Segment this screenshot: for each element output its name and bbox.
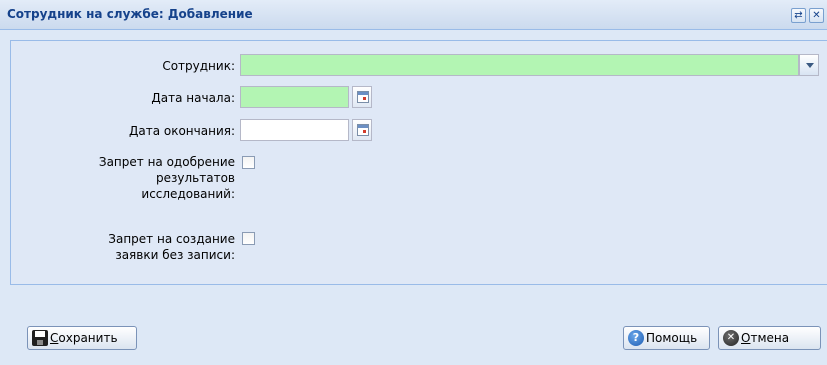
end-date-label: Дата окончания: <box>128 124 235 138</box>
start-date-picker-button[interactable] <box>352 86 372 108</box>
cancel-icon: ✕ <box>723 330 739 346</box>
help-icon: ? <box>628 330 644 346</box>
ban-approve-label-line-1: Запрет на одобрение <box>98 155 235 169</box>
end-date-input[interactable] <box>240 119 349 141</box>
start-date-input[interactable] <box>240 86 349 108</box>
ban-create-label-line-1: Запрет на создание <box>108 232 235 246</box>
ban-approve-label-line-2: результатов <box>156 171 235 185</box>
dialog-titlebar: Сотрудник на службе: Добавление ⇄ ✕ <box>0 0 827 30</box>
dialog-title: Сотрудник на службе: Добавление <box>7 7 253 21</box>
save-button[interactable]: Сохранить <box>27 326 137 350</box>
ban-create-checkbox[interactable] <box>242 232 255 245</box>
help-button[interactable]: ? Помощь <box>623 326 710 350</box>
refresh-icon[interactable]: ⇄ <box>791 8 806 23</box>
calendar-icon <box>357 91 369 103</box>
ban-approve-checkbox[interactable] <box>242 156 255 169</box>
start-date-label: Дата начала: <box>151 91 235 105</box>
calendar-icon <box>357 124 369 136</box>
cancel-button[interactable]: ✕ Отмена <box>718 326 821 350</box>
employee-combo-input[interactable] <box>240 54 799 76</box>
chevron-down-icon[interactable] <box>799 54 819 76</box>
floppy-disk-icon <box>32 330 48 346</box>
close-icon[interactable]: ✕ <box>809 8 824 23</box>
ban-create-label-line-2: заявки без записи: <box>115 248 235 262</box>
add-employee-dialog: Сотрудник на службе: Добавление ⇄ ✕ Сотр… <box>0 0 827 365</box>
ban-approve-label-line-3: исследований: <box>141 187 235 201</box>
end-date-picker-button[interactable] <box>352 119 372 141</box>
employee-label: Сотрудник: <box>162 59 235 73</box>
